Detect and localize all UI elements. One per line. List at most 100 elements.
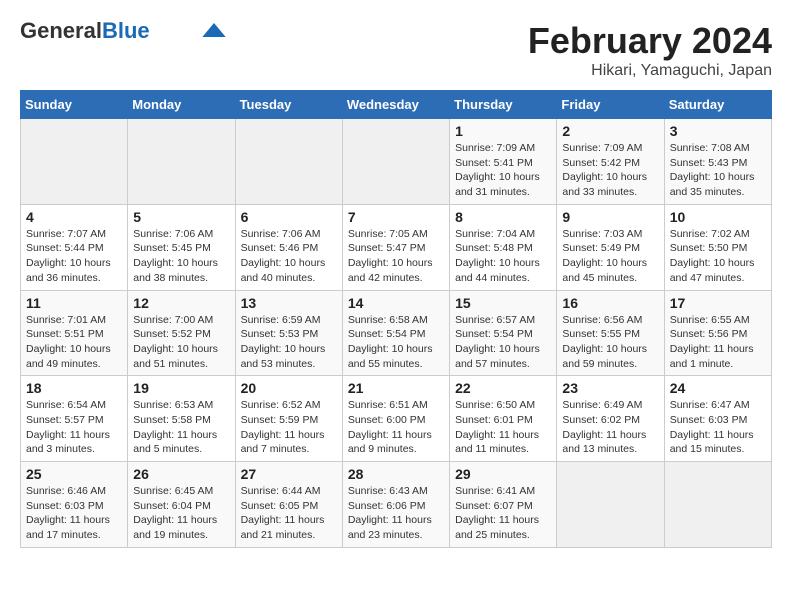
day-number: 11 bbox=[26, 295, 122, 311]
calendar-cell: 25 Sunrise: 6:46 AM Sunset: 6:03 PM Dayli… bbox=[21, 462, 128, 548]
day-info: Sunrise: 6:58 AM Sunset: 5:54 PM Dayligh… bbox=[348, 313, 444, 372]
day-number: 1 bbox=[455, 123, 551, 139]
day-info: Sunrise: 7:05 AM Sunset: 5:47 PM Dayligh… bbox=[348, 227, 444, 286]
day-info: Sunrise: 6:47 AM Sunset: 6:03 PM Dayligh… bbox=[670, 398, 766, 457]
calendar-cell: 1 Sunrise: 7:09 AM Sunset: 5:41 PM Daylig… bbox=[450, 119, 557, 205]
day-number: 2 bbox=[562, 123, 658, 139]
day-number: 7 bbox=[348, 209, 444, 225]
calendar-cell bbox=[557, 462, 664, 548]
day-info: Sunrise: 6:49 AM Sunset: 6:02 PM Dayligh… bbox=[562, 398, 658, 457]
calendar-cell: 3Sunrise: 7:08 AM Sunset: 5:43 PM Daylig… bbox=[664, 119, 771, 205]
day-info: Sunrise: 6:44 AM Sunset: 6:05 PM Dayligh… bbox=[241, 484, 337, 543]
day-info: Sunrise: 6:43 AM Sunset: 6:06 PM Dayligh… bbox=[348, 484, 444, 543]
day-info: Sunrise: 6:50 AM Sunset: 6:01 PM Dayligh… bbox=[455, 398, 551, 457]
weekday-header-cell: Thursday bbox=[450, 91, 557, 119]
day-info: Sunrise: 6:51 AM Sunset: 6:00 PM Dayligh… bbox=[348, 398, 444, 457]
calendar-cell: 15Sunrise: 6:57 AM Sunset: 5:54 PM Dayli… bbox=[450, 290, 557, 376]
calendar-cell: 5 Sunrise: 7:06 AM Sunset: 5:45 PM Daylig… bbox=[128, 204, 235, 290]
day-number: 9 bbox=[562, 209, 658, 225]
day-number: 16 bbox=[562, 295, 658, 311]
calendar-cell: 8Sunrise: 7:04 AM Sunset: 5:48 PM Daylig… bbox=[450, 204, 557, 290]
day-number: 5 bbox=[133, 209, 229, 225]
day-number: 27 bbox=[241, 466, 337, 482]
calendar-cell bbox=[235, 119, 342, 205]
calendar-cell: 10Sunrise: 7:02 AM Sunset: 5:50 PM Dayli… bbox=[664, 204, 771, 290]
day-number: 17 bbox=[670, 295, 766, 311]
day-number: 21 bbox=[348, 380, 444, 396]
day-number: 25 bbox=[26, 466, 122, 482]
day-info: Sunrise: 7:00 AM Sunset: 5:52 PM Dayligh… bbox=[133, 313, 229, 372]
day-info: Sunrise: 7:06 AM Sunset: 5:46 PM Dayligh… bbox=[241, 227, 337, 286]
weekday-header-cell: Friday bbox=[557, 91, 664, 119]
day-number: 10 bbox=[670, 209, 766, 225]
calendar-cell: 17 Sunrise: 6:55 AM Sunset: 5:56 PM Dayli… bbox=[664, 290, 771, 376]
calendar-cell: 26 Sunrise: 6:45 AM Sunset: 6:04 PM Dayli… bbox=[128, 462, 235, 548]
day-number: 6 bbox=[241, 209, 337, 225]
weekday-header-cell: Tuesday bbox=[235, 91, 342, 119]
calendar-cell: 16Sunrise: 6:56 AM Sunset: 5:55 PM Dayli… bbox=[557, 290, 664, 376]
calendar-cell: 2 Sunrise: 7:09 AM Sunset: 5:42 PM Daylig… bbox=[557, 119, 664, 205]
calendar-week-row: 11 Sunrise: 7:01 AM Sunset: 5:51 PM Dayli… bbox=[21, 290, 772, 376]
day-info: Sunrise: 7:08 AM Sunset: 5:43 PM Dayligh… bbox=[670, 141, 766, 200]
day-number: 22 bbox=[455, 380, 551, 396]
day-info: Sunrise: 7:09 AM Sunset: 5:41 PM Dayligh… bbox=[455, 141, 551, 200]
day-number: 14 bbox=[348, 295, 444, 311]
calendar-cell: 11 Sunrise: 7:01 AM Sunset: 5:51 PM Dayli… bbox=[21, 290, 128, 376]
calendar-cell: 28 Sunrise: 6:43 AM Sunset: 6:06 PM Dayli… bbox=[342, 462, 449, 548]
calendar-week-row: 25 Sunrise: 6:46 AM Sunset: 6:03 PM Dayli… bbox=[21, 462, 772, 548]
day-info: Sunrise: 6:45 AM Sunset: 6:04 PM Dayligh… bbox=[133, 484, 229, 543]
day-number: 12 bbox=[133, 295, 229, 311]
calendar-week-row: 4 Sunrise: 7:07 AM Sunset: 5:44 PM Daylig… bbox=[21, 204, 772, 290]
day-number: 20 bbox=[241, 380, 337, 396]
day-number: 13 bbox=[241, 295, 337, 311]
calendar-cell: 20 Sunrise: 6:52 AM Sunset: 5:59 PM Dayli… bbox=[235, 376, 342, 462]
calendar-cell: 13 Sunrise: 6:59 AM Sunset: 5:53 PM Dayli… bbox=[235, 290, 342, 376]
day-number: 23 bbox=[562, 380, 658, 396]
calendar-cell bbox=[21, 119, 128, 205]
calendar-cell: 6 Sunrise: 7:06 AM Sunset: 5:46 PM Daylig… bbox=[235, 204, 342, 290]
calendar-cell: 14 Sunrise: 6:58 AM Sunset: 5:54 PM Dayli… bbox=[342, 290, 449, 376]
calendar-table: SundayMondayTuesdayWednesdayThursdayFrid… bbox=[20, 90, 772, 548]
calendar-cell: 12 Sunrise: 7:00 AM Sunset: 5:52 PM Dayli… bbox=[128, 290, 235, 376]
calendar-cell: 9 Sunrise: 7:03 AM Sunset: 5:49 PM Daylig… bbox=[557, 204, 664, 290]
weekday-header-cell: Saturday bbox=[664, 91, 771, 119]
day-number: 18 bbox=[26, 380, 122, 396]
calendar-cell: 29 Sunrise: 6:41 AM Sunset: 6:07 PM Dayli… bbox=[450, 462, 557, 548]
day-number: 24 bbox=[670, 380, 766, 396]
day-number: 4 bbox=[26, 209, 122, 225]
location-subtitle: Hikari, Yamaguchi, Japan bbox=[528, 62, 772, 80]
calendar-week-row: 18 Sunrise: 6:54 AM Sunset: 5:57 PM Dayli… bbox=[21, 376, 772, 462]
logo-icon bbox=[202, 23, 226, 37]
calendar-cell: 24 Sunrise: 6:47 AM Sunset: 6:03 PM Dayli… bbox=[664, 376, 771, 462]
day-number: 29 bbox=[455, 466, 551, 482]
day-info: Sunrise: 7:06 AM Sunset: 5:45 PM Dayligh… bbox=[133, 227, 229, 286]
day-info: Sunrise: 6:52 AM Sunset: 5:59 PM Dayligh… bbox=[241, 398, 337, 457]
calendar-cell bbox=[128, 119, 235, 205]
day-info: Sunrise: 7:09 AM Sunset: 5:42 PM Dayligh… bbox=[562, 141, 658, 200]
day-info: Sunrise: 7:03 AM Sunset: 5:49 PM Dayligh… bbox=[562, 227, 658, 286]
calendar-week-row: 1 Sunrise: 7:09 AM Sunset: 5:41 PM Daylig… bbox=[21, 119, 772, 205]
calendar-cell bbox=[342, 119, 449, 205]
page-header: GeneralBlue February 2024 Hikari, Yamagu… bbox=[20, 20, 772, 80]
day-info: Sunrise: 6:54 AM Sunset: 5:57 PM Dayligh… bbox=[26, 398, 122, 457]
calendar-cell: 27 Sunrise: 6:44 AM Sunset: 6:05 PM Dayli… bbox=[235, 462, 342, 548]
day-info: Sunrise: 6:46 AM Sunset: 6:03 PM Dayligh… bbox=[26, 484, 122, 543]
day-info: Sunrise: 6:53 AM Sunset: 5:58 PM Dayligh… bbox=[133, 398, 229, 457]
day-info: Sunrise: 6:55 AM Sunset: 5:56 PM Dayligh… bbox=[670, 313, 766, 372]
calendar-cell bbox=[664, 462, 771, 548]
day-number: 15 bbox=[455, 295, 551, 311]
day-number: 26 bbox=[133, 466, 229, 482]
day-number: 19 bbox=[133, 380, 229, 396]
day-info: Sunrise: 6:59 AM Sunset: 5:53 PM Dayligh… bbox=[241, 313, 337, 372]
calendar-body: 1 Sunrise: 7:09 AM Sunset: 5:41 PM Daylig… bbox=[21, 119, 772, 548]
day-info: Sunrise: 7:01 AM Sunset: 5:51 PM Dayligh… bbox=[26, 313, 122, 372]
day-number: 8 bbox=[455, 209, 551, 225]
day-info: Sunrise: 6:41 AM Sunset: 6:07 PM Dayligh… bbox=[455, 484, 551, 543]
day-info: Sunrise: 7:07 AM Sunset: 5:44 PM Dayligh… bbox=[26, 227, 122, 286]
calendar-cell: 7 Sunrise: 7:05 AM Sunset: 5:47 PM Daylig… bbox=[342, 204, 449, 290]
day-number: 28 bbox=[348, 466, 444, 482]
weekday-header-cell: Wednesday bbox=[342, 91, 449, 119]
logo: GeneralBlue bbox=[20, 20, 226, 42]
calendar-cell: 18 Sunrise: 6:54 AM Sunset: 5:57 PM Dayli… bbox=[21, 376, 128, 462]
calendar-cell: 21 Sunrise: 6:51 AM Sunset: 6:00 PM Dayli… bbox=[342, 376, 449, 462]
